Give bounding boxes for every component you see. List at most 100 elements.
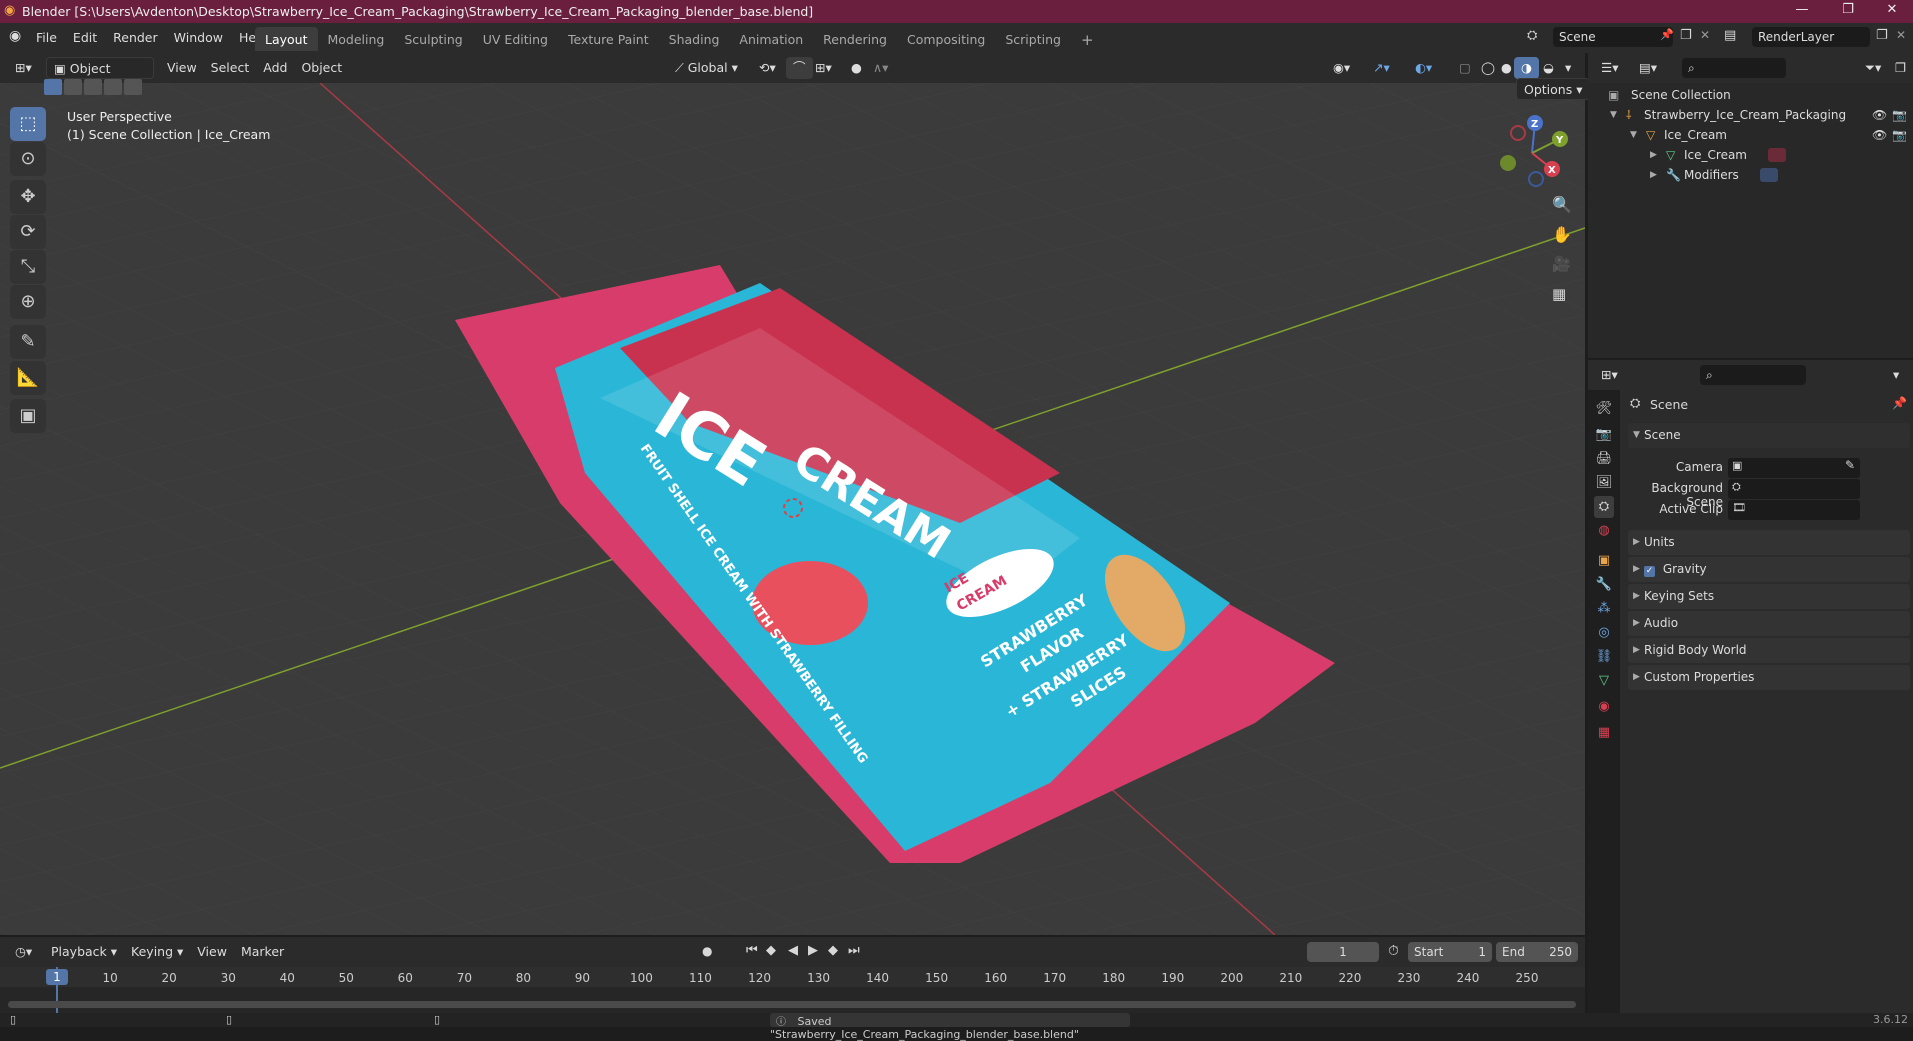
tab-texture-paint[interactable]: Texture Paint (558, 27, 659, 51)
keying-sets-panel[interactable]: ▶ Keying Sets (1628, 584, 1910, 609)
expand-down-icon[interactable]: ▼ (1610, 105, 1617, 125)
particles-tab-icon[interactable]: ⁂ (1594, 598, 1614, 620)
add-cube-tool[interactable]: ▣ (10, 399, 46, 433)
tab-sculpting[interactable]: Sculpting (394, 27, 472, 51)
current-frame-field[interactable]: 1 (1307, 942, 1379, 962)
outliner-row-modifiers[interactable]: ▶ 🔧 Modifiers (1588, 165, 1913, 185)
timeline-editor-icon[interactable]: ◷▾ (8, 941, 39, 963)
tab-uv-editing[interactable]: UV Editing (473, 27, 558, 51)
options-dropdown[interactable]: Options ▾ (1516, 78, 1591, 100)
scene-icon[interactable]: ⛭ (1527, 28, 1537, 43)
add-workspace-button[interactable]: + (1071, 27, 1104, 51)
editor-type-icon[interactable]: ⊞▾ (8, 57, 39, 79)
overlays-icon[interactable]: ◐▾ (1408, 57, 1439, 79)
minimize-icon[interactable]: — (1782, 2, 1822, 20)
prev-keyframe-icon[interactable]: ◆ (766, 943, 776, 958)
pan-hand-icon[interactable]: ✋ (1552, 225, 1572, 244)
data-tab-icon[interactable]: ▽ (1594, 670, 1614, 692)
camera-render-icon[interactable]: 📷 (1892, 105, 1907, 125)
delete-layer-icon[interactable]: ✕ (1896, 28, 1906, 42)
gravity-checkbox[interactable]: ✓ (1644, 566, 1655, 577)
expand-right-icon[interactable]: ▶ (1650, 145, 1657, 165)
scene-tab-icon[interactable]: ⛭ (1594, 496, 1614, 518)
jump-end-icon[interactable]: ⏭ (848, 943, 860, 958)
world-tab-icon[interactable]: ◍ (1594, 520, 1614, 542)
scene-selector[interactable]: Scene (1553, 27, 1673, 47)
pivot-point-icon[interactable]: ⟲▾ (752, 57, 783, 79)
new-collection-icon[interactable]: ❐ (1888, 57, 1913, 79)
menu-window[interactable]: Window (166, 26, 231, 50)
timeline[interactable]: 1102030405060708090100110120130140150160… (0, 967, 1585, 1015)
properties-editor-icon[interactable]: ⊞▾ (1594, 364, 1625, 386)
active-clip-field[interactable]: 🎞 (1728, 500, 1860, 520)
menu-marker[interactable]: Marker (234, 941, 291, 963)
menu-select[interactable]: Select (204, 57, 257, 79)
menu-render[interactable]: Render (105, 26, 166, 50)
outliner-search-input[interactable]: ⌕ (1682, 58, 1786, 78)
next-keyframe-icon[interactable]: ◆ (828, 943, 838, 958)
properties-options-icon[interactable]: ▾ (1886, 364, 1906, 386)
play-reverse-icon[interactable]: ◀ (788, 943, 798, 958)
menu-view[interactable]: View (160, 57, 204, 79)
expand-down-icon[interactable]: ▼ (1630, 125, 1637, 145)
stopwatch-icon[interactable]: ⏱ (1388, 943, 1399, 959)
close-icon[interactable]: ✕ (1872, 2, 1912, 20)
annotate-tool[interactable]: ✎ (10, 325, 46, 359)
tab-compositing[interactable]: Compositing (897, 27, 995, 51)
menu-keying[interactable]: Keying ▾ (124, 941, 190, 963)
maximize-icon[interactable]: ❐ (1828, 2, 1868, 20)
camera-render-icon[interactable]: 📷 (1892, 125, 1907, 145)
gizmo-toggle-icon[interactable]: ↗▾ (1366, 57, 1397, 79)
delete-scene-icon[interactable]: ✕ (1700, 28, 1710, 42)
outliner-row-ice-cream[interactable]: ▼ ▽ Ice_Cream 👁 📷 (1588, 125, 1913, 145)
timeline-ruler[interactable]: 1102030405060708090100110120130140150160… (0, 967, 1585, 987)
menu-timeline-view[interactable]: View (190, 941, 234, 963)
gravity-panel[interactable]: ▶ ✓ Gravity (1628, 557, 1910, 582)
visibility-icon[interactable]: ◉▾ (1326, 57, 1357, 79)
scale-tool[interactable]: ⤡ (10, 250, 46, 284)
units-panel[interactable]: ▶ Units (1628, 530, 1910, 555)
shading-options-icon[interactable]: ▾ (1558, 57, 1578, 79)
transform-orientation-dropdown[interactable]: ⟋ Global ▾ (668, 57, 746, 79)
camera-field[interactable]: ▣ ✎ (1728, 458, 1860, 478)
select-new-icon[interactable] (44, 79, 62, 95)
constraints-tab-icon[interactable]: ⛓ (1594, 646, 1614, 668)
timeline-scrollbar[interactable] (8, 1001, 1576, 1008)
play-icon[interactable]: ▶ (808, 943, 818, 958)
end-frame-field[interactable]: End 250 (1496, 942, 1578, 962)
navigation-gizmo[interactable]: Z Y X (1490, 111, 1570, 189)
expand-right-icon[interactable]: ▶ (1650, 165, 1657, 185)
jump-start-icon[interactable]: ⏮ (746, 943, 758, 958)
select-extend-icon[interactable] (64, 79, 82, 95)
modifier-tab-icon[interactable]: 🔧 (1594, 574, 1614, 596)
start-frame-field[interactable]: Start 1 (1408, 942, 1492, 962)
custom-properties-panel[interactable]: ▶ Custom Properties (1628, 665, 1910, 690)
playhead-frame-label[interactable]: 1 (46, 969, 68, 985)
tab-rendering[interactable]: Rendering (813, 27, 897, 51)
select-box-tool[interactable]: ⬚ (10, 107, 46, 141)
output-tab-icon[interactable]: 🖨 (1594, 448, 1614, 470)
pin-icon[interactable]: 📌 (1892, 396, 1907, 410)
background-scene-field[interactable]: ⛭ (1728, 479, 1860, 499)
tab-shading[interactable]: Shading (659, 27, 730, 51)
renderlayer-icon[interactable]: ▤ (1724, 28, 1736, 43)
outliner-row-scene-collection[interactable]: ▣ Scene Collection (1588, 85, 1913, 105)
object-mode-dropdown[interactable]: ▣ Object Mode ▾ (46, 57, 154, 98)
select-invert-icon[interactable] (104, 79, 122, 95)
menu-file[interactable]: File (28, 26, 65, 50)
select-intersect-icon[interactable] (124, 79, 142, 95)
renderlayer-selector[interactable]: RenderLayer (1752, 27, 1870, 47)
record-icon[interactable]: ● (702, 944, 712, 958)
select-subtract-icon[interactable] (84, 79, 102, 95)
3d-viewport[interactable]: ICE CREAM ICE CREAM STRAWBERRY FLAVOR + … (0, 83, 1585, 935)
outliner-row-mesh-data[interactable]: ▶ ▽ Ice_Cream (1588, 145, 1913, 165)
snap-target-icon[interactable]: ⊞▾ (808, 57, 839, 79)
audio-panel[interactable]: ▶ Audio (1628, 611, 1910, 636)
pin-icon[interactable]: 📌 (1660, 28, 1674, 41)
outliner-row-packaging-collection[interactable]: ▼ ⸸ Strawberry_Ice_Cream_Packaging 👁 📷 (1588, 105, 1913, 125)
eye-icon[interactable]: 👁 (1872, 125, 1887, 145)
new-layer-icon[interactable]: ❐ (1876, 28, 1888, 43)
outliner-editor-icon[interactable]: ☰▾ (1594, 57, 1625, 79)
rigid-body-world-panel[interactable]: ▶ Rigid Body World (1628, 638, 1910, 663)
tab-animation[interactable]: Animation (729, 27, 813, 51)
